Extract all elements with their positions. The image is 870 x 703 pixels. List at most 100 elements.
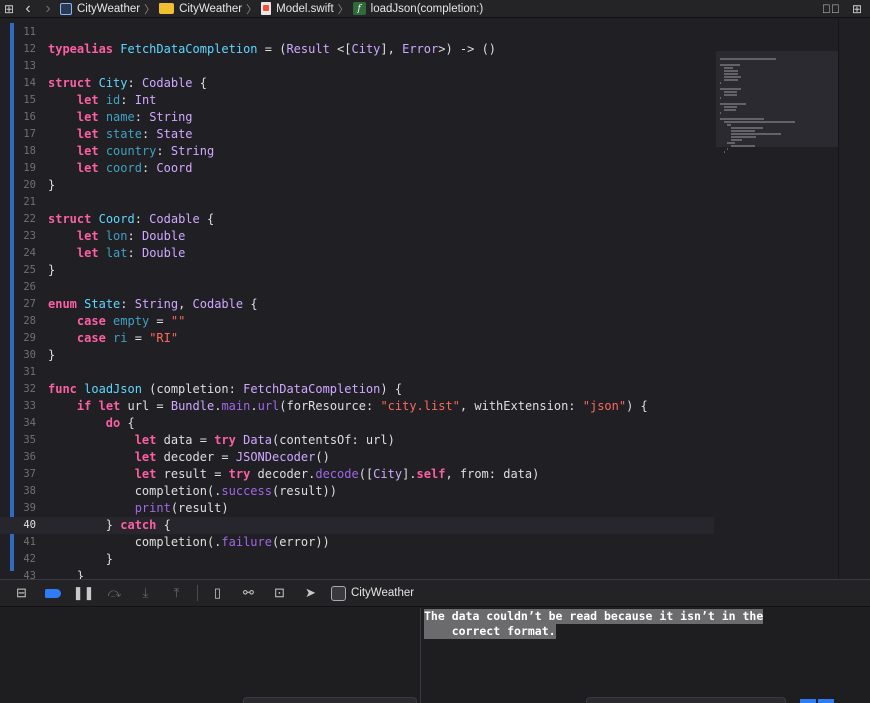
code-token: self [416,467,446,481]
app-target-icon [331,585,346,601]
code-text: } [44,262,55,279]
step-over-icon[interactable]: ⤼ [104,583,125,603]
code-text: } [44,347,55,364]
breakpoints-toggle-icon[interactable] [42,583,63,603]
code-line[interactable]: 22 struct Coord: Codable { [0,211,714,228]
code-line[interactable]: 27 enum State: String, Codable { [0,296,714,313]
code-text: let data = try Data(contentsOf: url) [44,432,395,449]
environment-overrides-icon[interactable]: ⊡ [269,583,290,603]
minimap-line [723,151,725,153]
step-into-icon[interactable]: ⤓ [135,583,156,603]
code-area[interactable]: 11 12 typealias FetchDataCompletion = (Res… [0,24,714,579]
code-line[interactable]: 41 completion(.failure(error)) [0,534,714,551]
code-line[interactable]: 34 do { [0,415,714,432]
line-number: 39 [23,502,36,514]
code-line[interactable]: 12 typealias FetchDataCompletion = (Resul… [0,41,714,58]
console-tab-left[interactable] [800,699,816,703]
breadcrumb-function[interactable]: f loadJson(completion:) [352,0,483,18]
code-line[interactable]: 39 print(result) [0,500,714,517]
code-token: let [134,467,157,481]
code-token: } [48,569,85,579]
code-token: (result)) [271,484,337,498]
code-line[interactable]: 25} [0,262,714,279]
code-text: if let url = Bundle.main.url(forResource… [44,398,648,415]
code-line[interactable]: 18 let country: String [0,143,714,160]
code-line[interactable]: 14 struct City: Codable { [0,75,714,92]
code-token: String [134,297,179,311]
code-line[interactable]: 33 if let url = Bundle.main.url(forResou… [0,398,714,415]
step-out-icon[interactable]: ⤒ [166,583,187,603]
code-line[interactable]: 13 [0,58,714,75]
breadcrumb-group[interactable]: CityWeather 〉 [159,0,261,18]
code-token: main [221,399,251,413]
breadcrumb-file[interactable]: Model.swift 〉 [261,0,353,18]
code-token: coord [105,161,142,175]
code-line[interactable]: 21 [0,194,714,211]
code-line[interactable]: 26 [0,279,714,296]
editor-vertical-scrollbar[interactable] [838,19,870,579]
variables-view[interactable] [0,608,421,703]
hide-debug-area-icon[interactable]: ⊟ [11,583,32,603]
code-line[interactable]: 15 let id: Int [0,92,714,109]
view-hierarchy-debug-icon[interactable]: ▯ [207,583,228,603]
memory-graph-icon[interactable]: ⚯ [238,583,259,603]
project-icon [60,2,72,15]
code-token: State [156,127,193,141]
code-token: JSONDecoder [235,450,316,464]
console-tab-right[interactable] [818,699,834,703]
code-line[interactable]: 32 func loadJson (completion: FetchDataCo… [0,381,714,398]
variables-filter-field[interactable] [243,697,417,703]
pause-continue-icon[interactable]: ❚❚ [73,583,95,603]
simulate-location-icon[interactable]: ➤ [300,583,321,603]
code-text: typealias FetchDataCompletion = (Result … [44,41,496,58]
code-line[interactable]: 20} [0,177,714,194]
code-token: { [120,416,135,430]
code-text: let coord: Coord [44,160,193,177]
back-chevron-icon[interactable]: ‹ [18,0,38,18]
code-line[interactable]: 29 case ri = "RI" [0,330,714,347]
line-number: 33 [23,400,36,412]
breadcrumb-label: CityWeather [77,2,141,15]
code-line[interactable]: 40 } catch { [0,517,714,534]
code-line[interactable]: 38 completion(.success(result)) [0,483,714,500]
code-line[interactable]: 31 [0,364,714,381]
code-line[interactable]: 43 } [0,568,714,579]
code-line[interactable]: 17 let state: State [0,126,714,143]
code-token: } [48,178,56,192]
debug-target[interactable]: CityWeather [331,585,414,601]
code-token: let [76,127,99,141]
code-line[interactable]: 35 let data = try Data(contentsOf: url) [0,432,714,449]
code-token: >) -> () [438,42,497,56]
console-output[interactable]: The data couldn’t be read because it isn… [422,608,870,703]
code-token: : [127,76,142,90]
code-line[interactable]: 24 let lat: Double [0,245,714,262]
code-line[interactable]: 37 let result = try decoder.decode([City… [0,466,714,483]
code-token: String [170,144,215,158]
code-token: : [127,246,142,260]
code-line[interactable]: 36 let decoder = JSONDecoder() [0,449,714,466]
console-filter-field[interactable] [586,697,786,703]
jump-bar: ⊞ ‹ › CityWeather 〉 CityWeather 〉 Model.… [0,0,870,18]
editor-options-icon[interactable]: ☰⃞ [818,0,844,18]
minimap-line [723,94,738,96]
add-editor-split-icon[interactable]: ⊞ [844,0,870,18]
related-items-grid-icon[interactable]: ⊞ [0,0,18,18]
breadcrumb-project[interactable]: CityWeather 〉 [60,0,159,18]
code-line[interactable]: 28 case empty = "" [0,313,714,330]
source-editor[interactable]: 11 12 typealias FetchDataCompletion = (Res… [0,19,870,579]
code-line[interactable]: 11 [0,24,714,41]
minimap[interactable] [714,19,838,579]
line-number: 27 [23,298,36,310]
code-line[interactable]: 19 let coord: Coord [0,160,714,177]
forward-chevron-icon[interactable]: › [38,0,58,18]
code-line[interactable]: 23 let lon: Double [0,228,714,245]
code-text: case ri = "RI" [44,330,178,347]
code-line[interactable]: 16 let name: String [0,109,714,126]
code-line[interactable]: 42 } [0,551,714,568]
code-token: ([ [358,467,374,481]
code-line[interactable]: 30} [0,347,714,364]
